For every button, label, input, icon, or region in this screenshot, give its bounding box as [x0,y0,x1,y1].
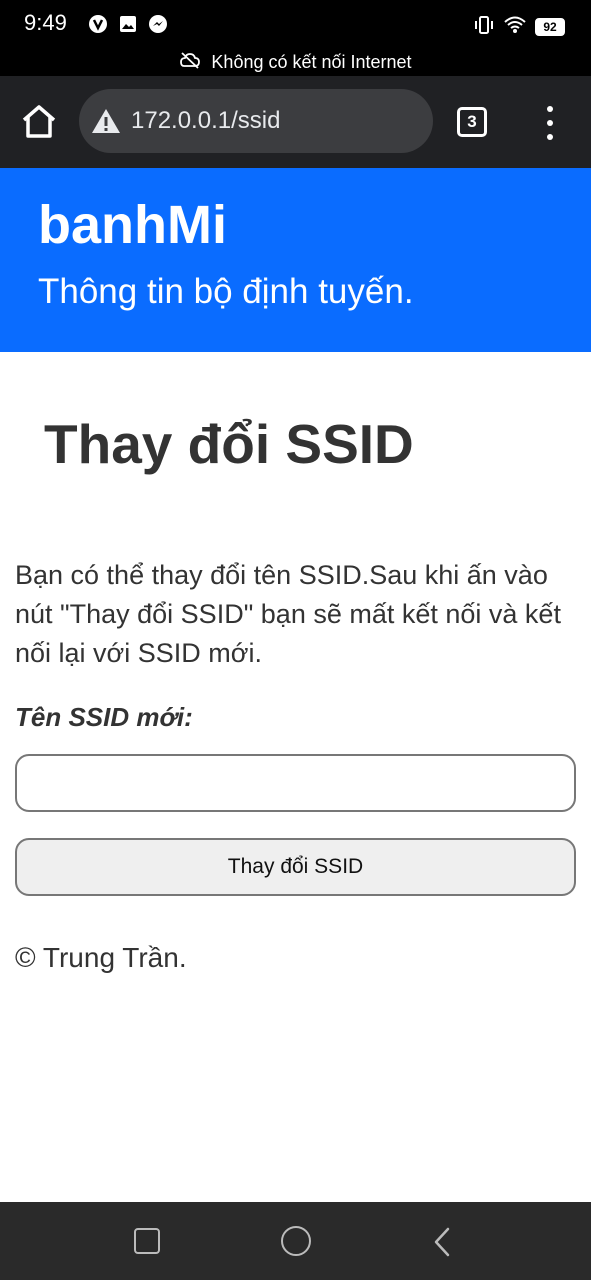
cloud-off-icon [179,51,201,74]
home-icon [22,105,56,138]
recents-button[interactable] [134,1228,160,1254]
wifi-icon [503,15,527,39]
status-notification-icons [88,14,168,34]
site-header: banhMi Thông tin bộ định tuyến. [0,168,591,352]
site-tagline: Thông tin bộ định tuyến. [38,272,414,311]
home-nav-button[interactable] [281,1226,311,1256]
tab-switcher-button[interactable]: 3 [457,107,487,137]
messenger-icon [148,14,168,34]
ssid-field-label: Tên SSID mới: [15,702,193,732]
overflow-menu-icon[interactable] [540,106,560,140]
image-icon [118,14,138,34]
intro-text: Bạn có thể thay đổi tên SSID.Sau khi ấn … [15,560,561,668]
system-nav-bar [0,1202,591,1280]
battery-icon: 92 [535,18,565,36]
home-button[interactable] [18,102,60,142]
vibrate-icon [473,14,495,40]
offline-text: Không có kết nối Internet [211,51,412,72]
change-ssid-button[interactable]: Thay đổi SSID [15,838,576,896]
browser-toolbar: 172.0.0.1/ssid 3 [0,76,591,168]
footer-copyright: © Trung Trần. [15,942,187,973]
ssid-input[interactable] [15,754,576,812]
offline-banner: Không có kết nối Internet [0,48,591,76]
not-secure-warning-icon[interactable] [91,107,121,135]
status-bar: 9:49 92 [0,0,591,48]
site-brand: banhMi [38,195,227,255]
status-time: 9:49 [24,10,67,35]
url-text[interactable]: 172.0.0.1/ssid [131,107,280,135]
page-title: Thay đổi SSID [44,413,414,475]
notification-app-icon [88,14,108,34]
back-icon[interactable] [430,1226,454,1258]
status-system-icons: 92 [473,14,565,40]
address-bar[interactable]: 172.0.0.1/ssid [79,89,433,153]
